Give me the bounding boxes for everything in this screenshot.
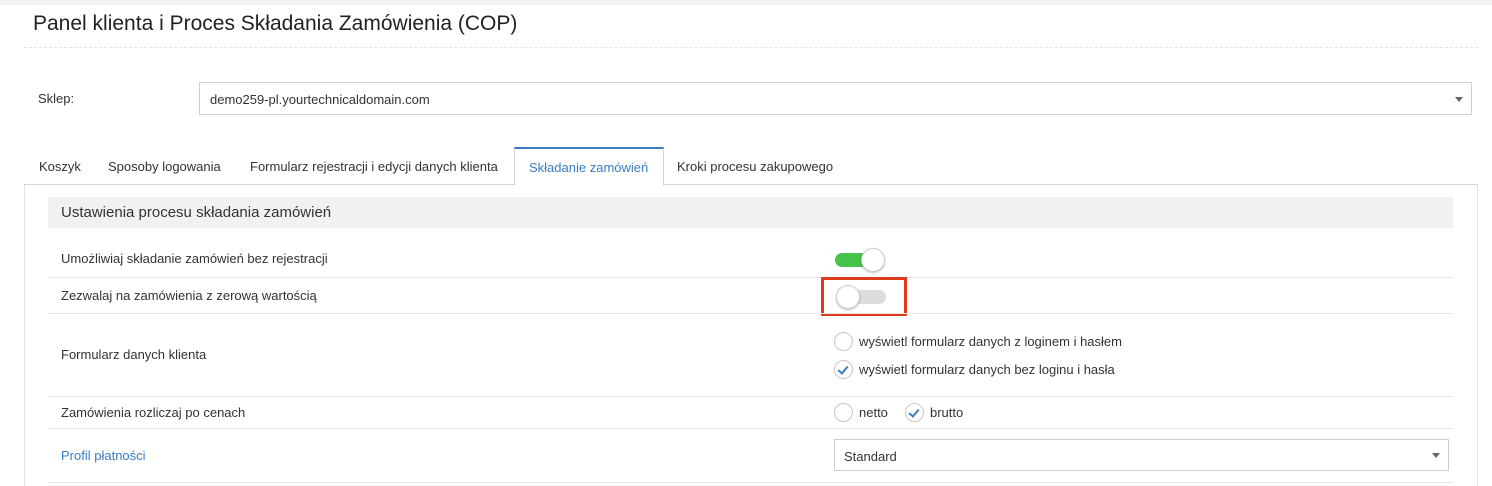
payment-profile-link[interactable]: Profil płatności xyxy=(61,448,146,463)
check-icon xyxy=(837,363,849,375)
radio-label: netto xyxy=(859,405,888,420)
customer-form-label: Formularz danych klienta xyxy=(61,347,207,362)
guest-checkout-toggle[interactable] xyxy=(835,248,885,272)
guest-checkout-label: Umożliwiaj składanie zamówień bez rejest… xyxy=(61,251,328,266)
tab-bar: Koszyk Sposoby logowania Formularz rejes… xyxy=(24,147,1478,186)
chevron-down-icon xyxy=(1455,97,1463,102)
radio-label: wyświetl formularz danych z loginem i ha… xyxy=(859,334,1122,349)
radio-label: brutto xyxy=(930,405,964,420)
row-divider xyxy=(48,428,1453,429)
section-title: Ustawienia procesu składania zamówień xyxy=(61,204,332,221)
radio-button[interactable] xyxy=(905,403,924,422)
tab-kroki-procesu[interactable]: Kroki procesu zakupowego xyxy=(677,147,833,185)
pricing-label: Zamówienia rozliczaj po cenach xyxy=(61,405,246,420)
shop-label: Sklep: xyxy=(38,91,75,106)
top-strip xyxy=(0,0,1492,5)
row-divider xyxy=(48,482,1453,483)
zero-value-label: Zezwalaj na zamówienia z zerową wartości… xyxy=(61,288,317,303)
shop-select-value: demo259-pl.yourtechnicaldomain.com xyxy=(210,92,430,107)
radio-button[interactable] xyxy=(834,360,853,379)
row-divider xyxy=(48,277,1453,278)
shop-select[interactable]: demo259-pl.yourtechnicaldomain.com xyxy=(199,82,1472,115)
payment-profile-select[interactable]: Standard xyxy=(834,439,1449,471)
section-header: Ustawienia procesu składania zamówień xyxy=(48,197,1453,228)
check-icon xyxy=(908,406,920,418)
chevron-down-icon xyxy=(1432,453,1440,458)
radio-button[interactable] xyxy=(834,332,853,351)
payment-profile-value: Standard xyxy=(844,449,897,464)
title-divider xyxy=(24,47,1478,48)
tab-koszyk[interactable]: Koszyk xyxy=(39,147,81,185)
row-divider xyxy=(48,313,1453,314)
radio-button[interactable] xyxy=(834,403,853,422)
row-divider xyxy=(48,396,1453,397)
tab-skladanie-zamowien[interactable]: Składanie zamówień xyxy=(514,147,664,186)
toggle-knob xyxy=(861,248,885,272)
tab-formularz-rejestracji[interactable]: Formularz rejestracji i edycji danych kl… xyxy=(250,147,498,185)
tab-sposoby-logowania[interactable]: Sposoby logowania xyxy=(108,147,221,185)
radio-label: wyświetl formularz danych bez loginu i h… xyxy=(859,362,1115,377)
highlight-box xyxy=(821,277,907,316)
page-title: Panel klienta i Proces Składania Zamówie… xyxy=(33,12,518,35)
